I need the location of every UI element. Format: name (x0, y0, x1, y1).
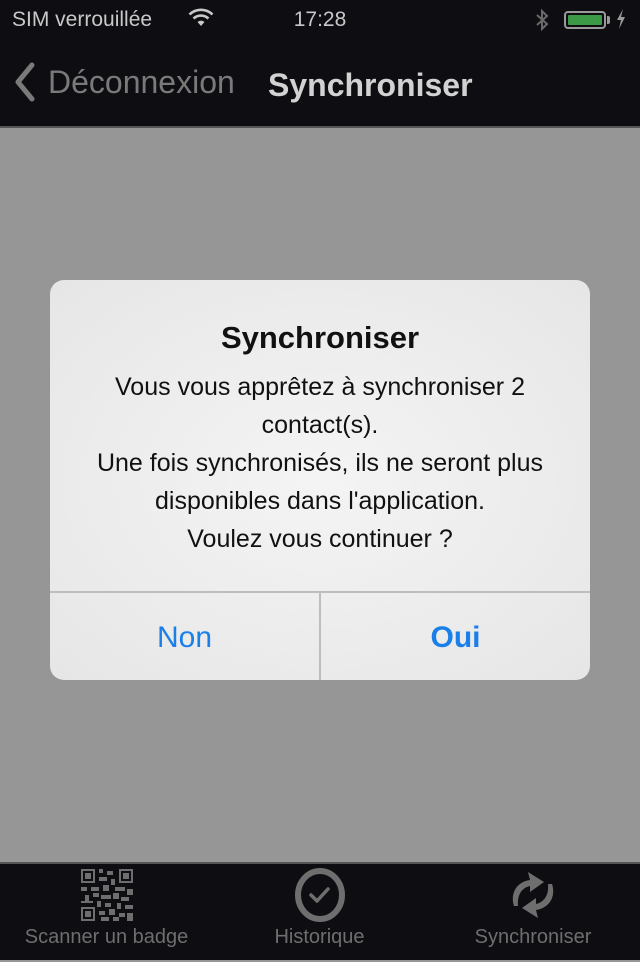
tab-historique[interactable]: Historique (213, 864, 426, 962)
tab-scanner-label: Scanner un badge (24, 926, 189, 948)
tab-scanner[interactable]: Scanner un badge (0, 864, 213, 962)
navigation-bar: Déconnexion Synchroniser (0, 40, 640, 128)
tab-historique-label: Historique (274, 926, 365, 948)
back-button[interactable]: Déconnexion (14, 62, 235, 102)
bluetooth-icon (535, 8, 549, 38)
chevron-left-icon (15, 62, 35, 102)
battery-icon (564, 11, 606, 29)
status-bar: SIM verrouillée 17:28 (0, 0, 640, 40)
tab-synchroniser[interactable]: Synchroniser (426, 864, 640, 962)
clock-check-icon (293, 864, 347, 926)
battery-nub (607, 16, 610, 24)
tab-bar: Scanner un badge Historique Synchroniser (0, 862, 640, 960)
alert-title: Synchroniser (220, 320, 420, 355)
alert-button-row: Non Oui (50, 591, 590, 680)
back-button-label: Déconnexion (48, 63, 235, 100)
page-title: Synchroniser (268, 67, 473, 103)
charging-bolt-icon (615, 8, 627, 36)
qr-code-icon (80, 864, 133, 926)
battery-fill (568, 15, 602, 25)
confirm-button[interactable]: Oui (321, 593, 590, 680)
alert-dialog: Synchroniser Vous vous apprêtez à synchr… (50, 280, 590, 680)
sync-icon (506, 864, 560, 926)
alert-message: Vous vous apprêtez à synchroniser 2 cont… (96, 373, 544, 553)
tab-synchroniser-label: Synchroniser (474, 926, 592, 948)
cancel-button[interactable]: Non (50, 593, 321, 680)
